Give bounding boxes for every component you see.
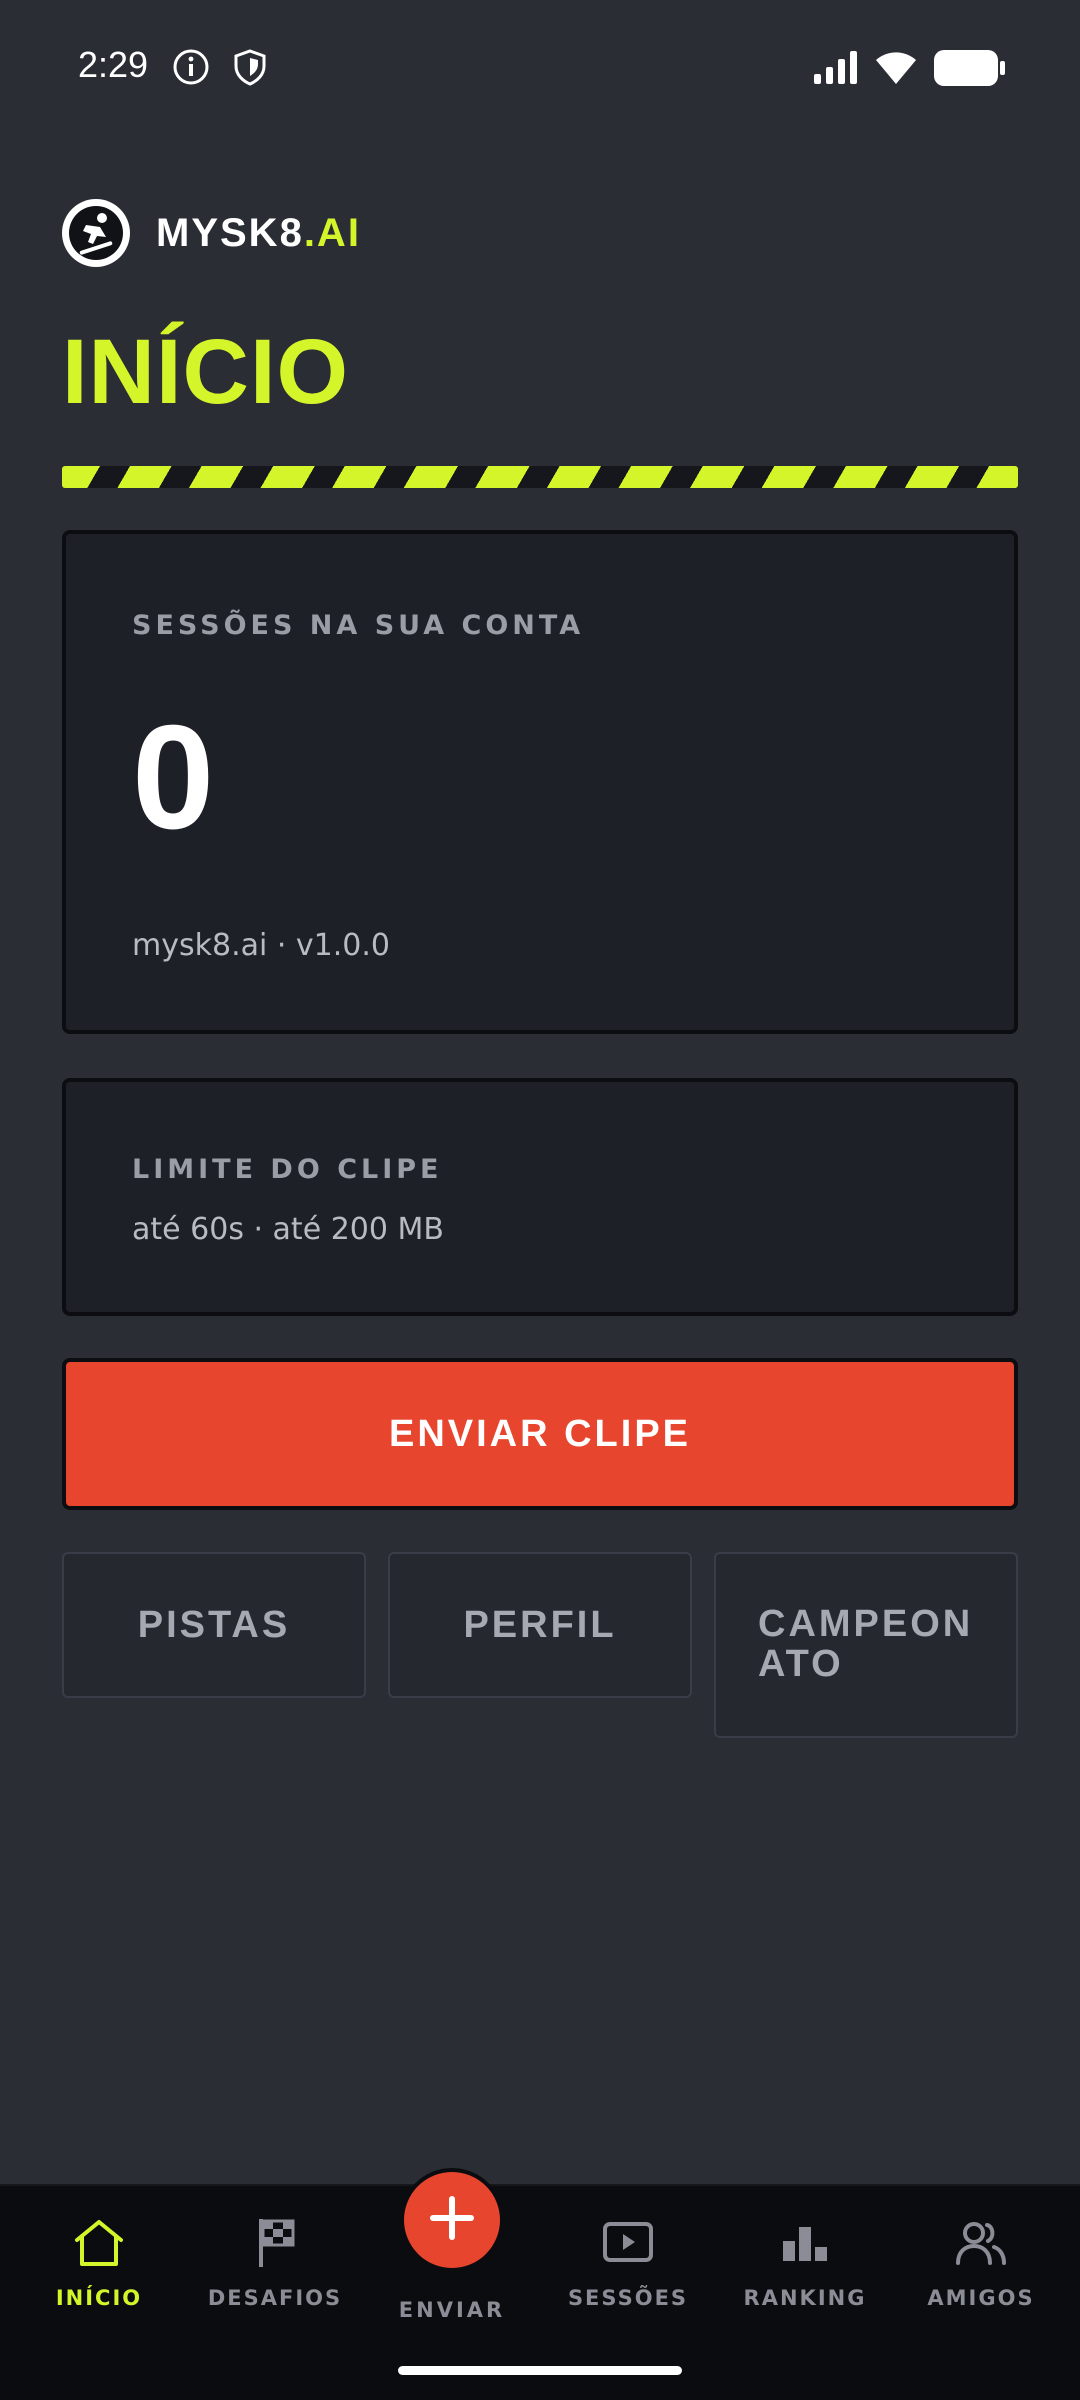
home-indicator[interactable] (398, 2366, 682, 2375)
nav-item-sessions[interactable]: SESSÕES (543, 2214, 713, 2334)
nav-item-challenges[interactable]: DESAFIOS (190, 2214, 360, 2334)
play-icon (599, 2214, 657, 2272)
nav-item-ranking[interactable]: RANKING (720, 2214, 890, 2334)
plus-icon (426, 2192, 478, 2249)
sessions-label: SESSÕES NA SUA CONTA (132, 610, 585, 641)
bar-chart-icon (776, 2214, 834, 2272)
championship-button-label-line1: CAMPEON (758, 1603, 974, 1645)
profile-button[interactable]: PERFIL (388, 1552, 692, 1698)
nav-label-upload[interactable]: ENVIAR (352, 2298, 552, 2322)
status-bar: 2:29 (0, 0, 1080, 130)
home-icon (70, 2214, 128, 2272)
nav-item-friends[interactable]: AMIGOS (896, 2214, 1066, 2334)
page-title: INÍCIO (62, 321, 350, 423)
info-icon (172, 48, 210, 91)
nav-label-challenges: DESAFIOS (207, 2286, 343, 2310)
sessions-card: SESSÕES NA SUA CONTA 0 mysk8.ai · v1.0.0 (62, 530, 1018, 1034)
profile-button-label: PERFIL (463, 1603, 617, 1646)
tracks-button[interactable]: PISTAS (62, 1552, 366, 1698)
brand-name: MYSK8.AI (156, 211, 361, 256)
nav-label-home: INÍCIO (55, 2286, 143, 2310)
nav-label-friends: AMIGOS (927, 2286, 1035, 2310)
brand-header: MYSK8.AI (62, 198, 361, 268)
clip-limit-value: até 60s · até 200 MB (132, 1212, 444, 1247)
championship-button[interactable]: CAMPEON ATO (714, 1552, 1018, 1738)
tracks-button-label: PISTAS (137, 1603, 291, 1646)
shield-icon (232, 48, 268, 91)
nav-label-sessions: SESSÕES (567, 2286, 689, 2310)
signal-icon (814, 50, 860, 89)
nav-label-ranking: RANKING (743, 2286, 867, 2310)
status-time: 2:29 (78, 44, 149, 85)
users-icon (952, 2214, 1010, 2272)
battery-icon (934, 50, 1006, 91)
sessions-count: 0 (132, 695, 215, 860)
hazard-stripe-divider (62, 466, 1018, 488)
championship-button-label-line2: ATO (758, 1643, 844, 1685)
flag-icon (246, 2214, 304, 2272)
clip-limit-label: LIMITE DO CLIPE (132, 1154, 443, 1185)
skater-logo-icon (62, 199, 130, 267)
nav-item-home[interactable]: INÍCIO (14, 2214, 184, 2334)
upload-clip-button[interactable]: ENVIAR CLIPE (62, 1358, 1018, 1510)
wifi-icon (872, 48, 920, 91)
brand-name-accent: .AI (303, 210, 361, 255)
brand-name-main: MYSK8 (156, 210, 304, 255)
clip-limit-card: LIMITE DO CLIPE até 60s · até 200 MB (62, 1078, 1018, 1316)
nav-upload-fab[interactable] (400, 2168, 504, 2272)
app-version: mysk8.ai · v1.0.0 (132, 928, 391, 963)
